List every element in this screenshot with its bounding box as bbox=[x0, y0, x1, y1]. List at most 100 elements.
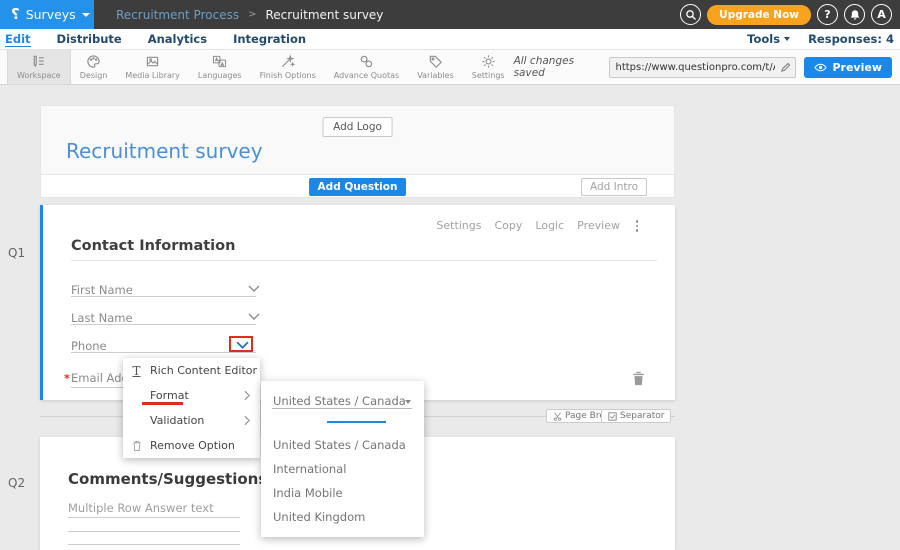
menu-item-validation[interactable]: Validation bbox=[123, 408, 260, 433]
separator-button[interactable]: Separator bbox=[601, 409, 671, 423]
save-status-text: All changes saved bbox=[514, 55, 602, 79]
preview-label: Preview bbox=[832, 61, 882, 74]
question-copy-link[interactable]: Copy bbox=[495, 219, 523, 232]
answer-line bbox=[68, 544, 240, 545]
menu-item-label: Validation bbox=[150, 414, 204, 427]
toolbar-variables[interactable]: Variables bbox=[408, 50, 463, 84]
select-active-indicator bbox=[327, 421, 386, 423]
delete-field-button[interactable] bbox=[632, 371, 645, 386]
field-phone[interactable]: Phone bbox=[71, 339, 107, 353]
add-logo-button[interactable]: Add Logo bbox=[322, 117, 393, 137]
question-title-q1[interactable]: Contact Information bbox=[71, 238, 235, 254]
question-preview-link[interactable]: Preview bbox=[577, 219, 620, 232]
notifications-button[interactable] bbox=[844, 4, 865, 25]
topbar-actions: Upgrade Now ? A bbox=[680, 4, 900, 25]
breadcrumb-parent-link[interactable]: Recruitment Process bbox=[116, 8, 239, 22]
breadcrumb-current: Recruitment survey bbox=[265, 8, 383, 22]
survey-url-box[interactable]: https://www.questionpro.com/t/APNrFZ bbox=[609, 57, 796, 78]
question-logic-link[interactable]: Logic bbox=[535, 219, 564, 232]
help-button[interactable]: ? bbox=[817, 4, 838, 25]
questionpro-logo-icon: ? bbox=[11, 7, 20, 22]
nav-right: Tools Responses: 4 bbox=[747, 32, 900, 46]
question-actions: Settings Copy Logic Preview bbox=[436, 219, 620, 232]
main-nav: Edit Distribute Analytics Integration To… bbox=[0, 29, 900, 50]
field-options-chevron[interactable] bbox=[248, 313, 260, 320]
toolbar-workspace[interactable]: Workspace bbox=[7, 50, 71, 84]
toolbar-media-library[interactable]: Media Library bbox=[116, 50, 189, 84]
format-option-united-kingdom[interactable]: United Kingdom bbox=[273, 510, 365, 524]
surveys-product-menu[interactable]: ? Surveys bbox=[0, 0, 94, 29]
format-submenu-panel: United States / Canada United States / C… bbox=[261, 381, 424, 537]
toolbar-design[interactable]: Design bbox=[71, 50, 117, 84]
tab-edit[interactable]: Edit bbox=[5, 32, 31, 47]
survey-header-card: Add Logo Recruitment survey bbox=[40, 105, 675, 175]
format-select-value[interactable]: United States / Canada bbox=[273, 394, 406, 408]
question-number-q2: Q2 bbox=[8, 476, 25, 490]
nav-tabs: Edit Distribute Analytics Integration bbox=[0, 32, 306, 47]
field-options-chevron[interactable] bbox=[248, 285, 260, 292]
menu-item-rich-content-editor[interactable]: T Rich Content Editor bbox=[123, 358, 260, 383]
answer-line bbox=[68, 517, 240, 518]
question-title-underline bbox=[71, 260, 657, 261]
preview-button[interactable]: Preview bbox=[804, 57, 892, 78]
required-marker: * bbox=[64, 372, 70, 385]
question-title-q2[interactable]: Comments/Suggestions: bbox=[68, 470, 273, 488]
edit-url-button[interactable] bbox=[775, 62, 795, 73]
bell-icon bbox=[849, 9, 861, 21]
chevron-down-icon bbox=[236, 341, 249, 349]
select-caret-icon[interactable] bbox=[405, 400, 411, 404]
translate-icon bbox=[212, 54, 227, 69]
breadcrumb-separator: > bbox=[248, 9, 256, 20]
toolbar-label: Variables bbox=[417, 71, 454, 80]
question-settings-link[interactable]: Settings bbox=[436, 219, 481, 232]
format-option-us-canada[interactable]: United States / Canada bbox=[273, 438, 406, 452]
menu-item-remove-option[interactable]: Remove Option bbox=[123, 433, 260, 458]
more-actions-icon[interactable] bbox=[635, 219, 640, 233]
search-icon bbox=[685, 9, 697, 21]
top-bar: ? Surveys Recruitment Process > Recruitm… bbox=[0, 0, 900, 29]
add-question-button[interactable]: Add Question bbox=[309, 178, 407, 196]
tab-analytics[interactable]: Analytics bbox=[148, 32, 207, 47]
field-last-name[interactable]: Last Name bbox=[71, 311, 133, 325]
field-first-name[interactable]: First Name bbox=[71, 283, 133, 297]
toolbar-settings[interactable]: Settings bbox=[463, 50, 514, 84]
field-underline bbox=[71, 296, 256, 297]
multi-row-answer-placeholder[interactable]: Multiple Row Answer text bbox=[68, 501, 214, 515]
toolbar-label: Languages bbox=[198, 71, 242, 80]
select-underline bbox=[272, 408, 412, 409]
menu-item-format[interactable]: Format bbox=[123, 383, 260, 408]
chevron-right-icon bbox=[244, 390, 250, 401]
toolbar-items: Workspace Design Media Library Languages… bbox=[0, 50, 514, 84]
eye-icon bbox=[814, 63, 827, 72]
format-option-international[interactable]: International bbox=[273, 462, 346, 476]
tab-distribute[interactable]: Distribute bbox=[57, 32, 122, 47]
tools-menu[interactable]: Tools bbox=[747, 32, 790, 46]
toolbar-languages[interactable]: Languages bbox=[189, 50, 251, 84]
format-option-india-mobile[interactable]: India Mobile bbox=[273, 486, 343, 500]
search-button[interactable] bbox=[680, 4, 701, 25]
toolbar-advance-quotas[interactable]: Advance Quotas bbox=[325, 50, 408, 84]
toolbar-label: Workspace bbox=[17, 71, 61, 80]
workspace-icon bbox=[31, 54, 46, 69]
toolbar-label: Settings bbox=[472, 71, 505, 80]
chevron-down-icon bbox=[784, 37, 790, 41]
phone-field-options-chevron[interactable] bbox=[236, 341, 249, 349]
add-intro-button[interactable]: Add Intro bbox=[581, 178, 647, 196]
upgrade-now-button[interactable]: Upgrade Now bbox=[707, 5, 811, 25]
toolbar-label: Finish Options bbox=[260, 71, 316, 80]
tab-integration[interactable]: Integration bbox=[233, 32, 306, 47]
toolbar-right: All changes saved https://www.questionpr… bbox=[514, 50, 900, 84]
scissors-icon bbox=[553, 412, 562, 421]
magic-wand-icon bbox=[280, 54, 295, 69]
chevron-right-icon bbox=[244, 415, 250, 426]
responses-count-link[interactable]: Responses: 4 bbox=[808, 32, 894, 46]
menu-item-label: Format bbox=[150, 389, 189, 402]
chevron-down-icon bbox=[248, 285, 260, 292]
questionpro-survey-editor: ? Surveys Recruitment Process > Recruitm… bbox=[0, 0, 900, 550]
survey-title[interactable]: Recruitment survey bbox=[66, 139, 263, 163]
editor-toolbar: Workspace Design Media Library Languages… bbox=[0, 50, 900, 85]
toolbar-finish-options[interactable]: Finish Options bbox=[251, 50, 325, 84]
product-label: Surveys bbox=[26, 7, 76, 22]
account-avatar[interactable]: A bbox=[871, 4, 892, 25]
tag-icon bbox=[428, 54, 443, 69]
